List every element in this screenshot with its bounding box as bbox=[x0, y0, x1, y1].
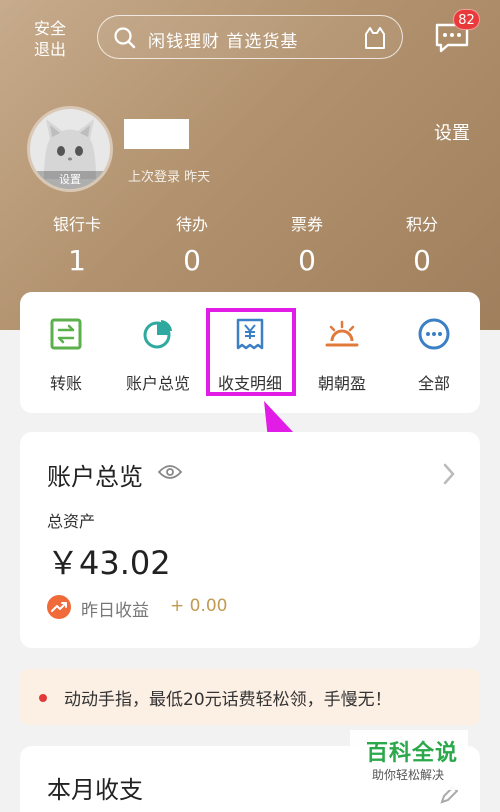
search-bar[interactable]: 闲钱理财 首选货基 bbox=[97, 15, 403, 59]
trend-up-icon bbox=[47, 595, 71, 619]
stat-coupons[interactable]: 票券 0 bbox=[257, 214, 357, 277]
stat-points[interactable]: 积分 0 bbox=[372, 214, 472, 277]
logout-button[interactable]: 安全 退出 bbox=[28, 18, 72, 60]
stat-value: 0 bbox=[413, 244, 431, 277]
account-overview-title: 账户总览 bbox=[47, 463, 143, 491]
search-input[interactable]: 闲钱理财 首选货基 bbox=[148, 27, 298, 52]
username-redacted bbox=[124, 119, 189, 149]
watermark-logo: 百科全说 助你轻松解决 bbox=[350, 730, 468, 790]
total-assets-value: ￥43.02 bbox=[47, 544, 171, 582]
stat-label: 待办 bbox=[175, 215, 208, 234]
eye-icon[interactable] bbox=[158, 464, 182, 480]
yesterday-yield-value: + 0.00 bbox=[170, 596, 228, 616]
highlight-box bbox=[206, 308, 296, 396]
watermark-subtitle: 助你轻松解决 bbox=[372, 768, 445, 782]
last-login-text: 上次登录 昨天 bbox=[128, 170, 211, 185]
monthly-summary-title: 本月收支 bbox=[47, 776, 143, 804]
quick-action-label: 朝朝盈 bbox=[317, 374, 366, 393]
message-badge: 82 bbox=[453, 9, 480, 30]
promo-notice[interactable]: 动动手指，最低20元话费轻松领，手慢无！ bbox=[20, 669, 480, 725]
transfer-icon bbox=[50, 318, 82, 350]
quick-action-label: 转账 bbox=[49, 374, 82, 393]
chevron-right-icon[interactable] bbox=[442, 462, 456, 486]
stat-value: 0 bbox=[183, 244, 201, 277]
quick-action-all[interactable]: 全部 bbox=[388, 292, 480, 413]
avatar-settings-label: 设置 bbox=[30, 171, 110, 189]
logout-label: 安全 退出 bbox=[33, 19, 66, 59]
notice-text: 动动手指，最低20元话费轻松领，手慢无！ bbox=[64, 690, 392, 710]
account-overview-card[interactable]: 账户总览 总资产 ￥43.02 昨日收益 + 0.00 bbox=[20, 432, 480, 648]
stat-bank-card[interactable]: 银行卡 1 bbox=[27, 214, 127, 277]
pie-chart-icon bbox=[143, 320, 172, 349]
yesterday-yield-label: 昨日收益 bbox=[81, 601, 149, 621]
total-assets-label: 总资产 bbox=[47, 512, 96, 531]
notice-dot bbox=[39, 694, 47, 702]
quick-action-label: 全部 bbox=[417, 374, 450, 393]
top-bar: 安全 退出 闲钱理财 首选货基 82 bbox=[0, 0, 500, 80]
quick-action-account-overview[interactable]: 账户总览 bbox=[112, 292, 204, 413]
cat-mascot-icon[interactable] bbox=[362, 25, 388, 51]
quick-action-transfer[interactable]: 转账 bbox=[20, 292, 112, 413]
more-icon bbox=[418, 318, 450, 350]
stat-value: 1 bbox=[68, 244, 86, 277]
stat-label: 银行卡 bbox=[52, 215, 101, 234]
settings-link[interactable]: 设置 bbox=[434, 119, 470, 145]
stat-label: 积分 bbox=[405, 215, 438, 234]
stat-label: 票券 bbox=[290, 215, 323, 234]
stat-value: 0 bbox=[298, 244, 316, 277]
search-icon bbox=[114, 27, 136, 49]
stat-todo[interactable]: 待办 0 bbox=[142, 214, 242, 277]
sunrise-icon bbox=[325, 320, 359, 347]
watermark-title: 百科全说 bbox=[366, 741, 459, 766]
avatar[interactable]: 设置 bbox=[27, 106, 113, 192]
quick-action-label: 账户总览 bbox=[125, 374, 190, 393]
